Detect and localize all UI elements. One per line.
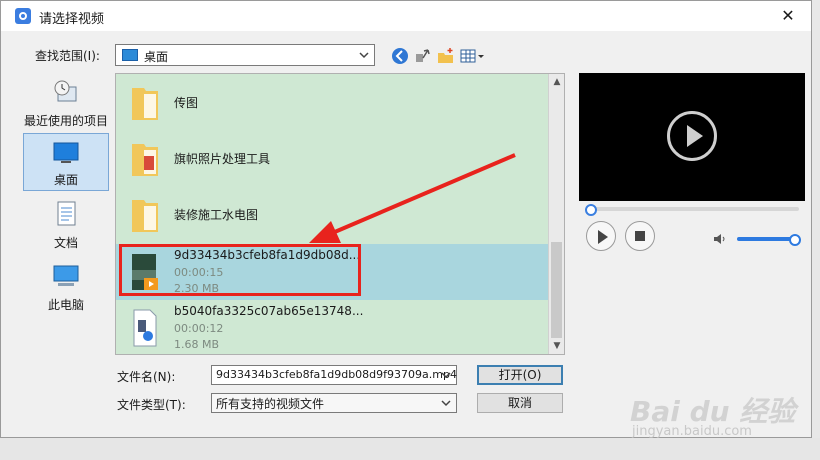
- desktop-icon: [53, 142, 79, 163]
- place-this-pc[interactable]: 此电脑: [23, 257, 109, 315]
- folder-icon: [132, 88, 158, 120]
- back-icon[interactable]: [390, 46, 410, 66]
- place-label: 桌面: [53, 173, 78, 187]
- chevron-down-icon: [359, 52, 369, 59]
- scrollbar-thumb[interactable]: [551, 242, 562, 338]
- scroll-down-icon[interactable]: ▼: [552, 341, 562, 351]
- highlight-box: [119, 244, 361, 296]
- annotation-arrow-icon: [309, 153, 516, 243]
- cancel-button[interactable]: 取消: [477, 393, 563, 413]
- this-pc-icon: [53, 265, 79, 286]
- background-strip: [0, 438, 820, 460]
- filename-value: 9d33434b3cfeb8fa1d9db08d9f93709a.mp4: [216, 368, 457, 381]
- file-duration: 00:00:12: [174, 322, 224, 335]
- app-icon: [15, 8, 31, 24]
- place-label: 此电脑: [47, 298, 84, 312]
- scroll-up-icon[interactable]: ▲: [552, 77, 562, 87]
- dialog-title: 请选择视频: [39, 12, 105, 27]
- look-in-value: 桌面: [144, 50, 169, 64]
- look-in-label: 查找范围(I):: [35, 49, 100, 63]
- video-preview: [579, 73, 805, 201]
- file-name: 装修施工水电图: [174, 208, 259, 222]
- play-overlay-icon[interactable]: [667, 111, 717, 161]
- filename-field[interactable]: 9d33434b3cfeb8fa1d9db08d9f93709a.mp4: [211, 365, 457, 385]
- watermark-url: jingyan.baidu.com: [632, 424, 752, 439]
- open-button[interactable]: 打开(O): [477, 365, 563, 385]
- desktop-icon: [122, 49, 138, 61]
- places-bar: 最近使用的项目 桌面 文档 此电脑: [19, 73, 111, 353]
- look-in-combo[interactable]: 桌面: [115, 44, 375, 66]
- chevron-down-icon[interactable]: [440, 369, 452, 381]
- file-name: 旗帜照片处理工具: [174, 152, 271, 166]
- file-name: 传图: [174, 96, 199, 110]
- seek-knob[interactable]: [585, 204, 597, 216]
- place-recent[interactable]: 最近使用的项目: [23, 73, 109, 131]
- filename-label: 文件名(N):: [117, 370, 176, 384]
- title-bar: 请选择视频 ✕: [1, 1, 811, 31]
- place-label: 最近使用的项目: [23, 114, 108, 128]
- file-name: b5040fa3325c07ab65e13748...: [174, 304, 364, 318]
- volume-slider[interactable]: [737, 237, 795, 241]
- new-folder-icon[interactable]: [436, 46, 456, 66]
- place-desktop[interactable]: 桌面: [23, 133, 109, 191]
- seek-bar[interactable]: [589, 207, 799, 211]
- folder-icon: [132, 200, 158, 232]
- filetype-label: 文件类型(T):: [117, 398, 186, 412]
- volume-knob[interactable]: [789, 234, 801, 246]
- filetype-value: 所有支持的视频文件: [216, 397, 325, 411]
- list-item[interactable]: b5040fa3325c07ab65e13748... 00:00:12 1.6…: [116, 300, 548, 354]
- volume-icon[interactable]: [713, 233, 727, 245]
- recent-items-icon: [54, 80, 77, 102]
- stop-button[interactable]: [625, 221, 655, 251]
- documents-icon: [57, 201, 76, 226]
- file-open-dialog: 请选择视频 ✕ 查找范围(I): 桌面 最近使用的项目 桌面 文档 此电脑 传图…: [0, 0, 812, 438]
- play-button[interactable]: [586, 221, 616, 251]
- up-folder-icon[interactable]: [413, 46, 433, 66]
- file-list-scrollbar[interactable]: ▲ ▼: [548, 74, 564, 354]
- list-item[interactable]: 传图: [116, 74, 548, 130]
- folder-icon: [132, 144, 158, 176]
- place-documents[interactable]: 文档: [23, 195, 109, 253]
- media-file-icon: [133, 309, 157, 347]
- view-menu-icon[interactable]: [459, 46, 487, 66]
- filetype-select[interactable]: 所有支持的视频文件: [211, 393, 457, 413]
- close-button[interactable]: ✕: [765, 1, 811, 31]
- file-size: 1.68 MB: [174, 338, 220, 351]
- place-label: 文档: [53, 236, 78, 250]
- chevron-down-icon[interactable]: [440, 397, 452, 409]
